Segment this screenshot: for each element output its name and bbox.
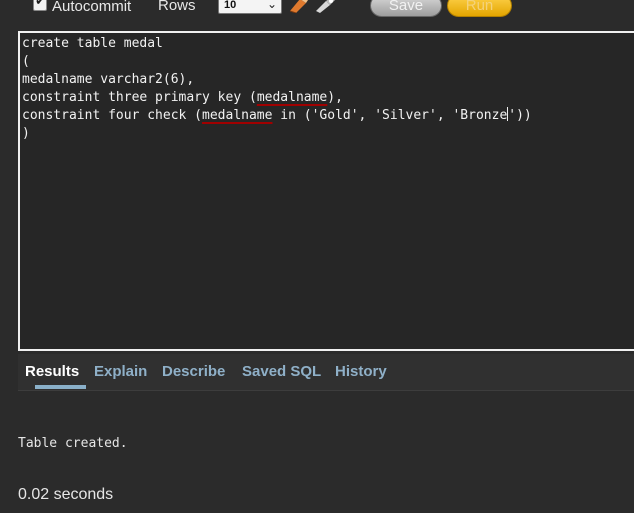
tab-history[interactable]: History	[335, 363, 387, 380]
code-line-1: create table medal	[22, 36, 163, 51]
tabs-divider	[18, 390, 634, 391]
code-line-2: (	[22, 54, 30, 69]
code-line-4: constraint three primary key (medalname)…	[22, 90, 343, 105]
eraser-icon[interactable]	[288, 0, 310, 13]
code-line-3: medalname varchar2(6),	[22, 72, 195, 87]
autocommit-label: Autocommit	[52, 0, 132, 15]
toolbar: ✔ Autocommit Rows 10 ⌄ Save Run	[0, 0, 634, 30]
rows-select[interactable]: 10 ⌄	[218, 0, 282, 14]
execution-time: 0.02 seconds	[18, 486, 114, 503]
active-tab-indicator	[35, 385, 86, 389]
sql-editor[interactable]: create table medal ( medalname varchar2(…	[18, 31, 634, 351]
tab-saved-sql[interactable]: Saved SQL	[242, 363, 321, 380]
tab-describe[interactable]: Describe	[162, 363, 225, 380]
error-underline: medalname	[202, 108, 273, 123]
rows-select-value: 10	[224, 0, 237, 11]
results-tabs: Results Explain Describe Saved SQL Histo…	[18, 354, 634, 390]
save-button[interactable]: Save	[370, 0, 442, 17]
checkmark-icon: ✔	[35, 0, 46, 9]
sql-code[interactable]: create table medal ( medalname varchar2(…	[22, 35, 532, 143]
tab-results[interactable]: Results	[25, 363, 79, 380]
code-line-5: constraint four check (medalname in ('Go…	[22, 107, 532, 123]
rows-label: Rows	[158, 0, 196, 14]
text-cursor	[507, 107, 509, 121]
chevron-down-icon: ⌄	[266, 0, 277, 11]
run-button[interactable]: Run	[447, 0, 512, 17]
error-underline: medalname	[256, 90, 328, 105]
autocommit-checkbox[interactable]: ✔	[33, 0, 47, 11]
code-line-6: )	[22, 126, 30, 141]
tab-explain[interactable]: Explain	[94, 363, 147, 380]
result-message: Table created.	[18, 436, 128, 451]
flashlight-icon[interactable]	[314, 0, 336, 13]
